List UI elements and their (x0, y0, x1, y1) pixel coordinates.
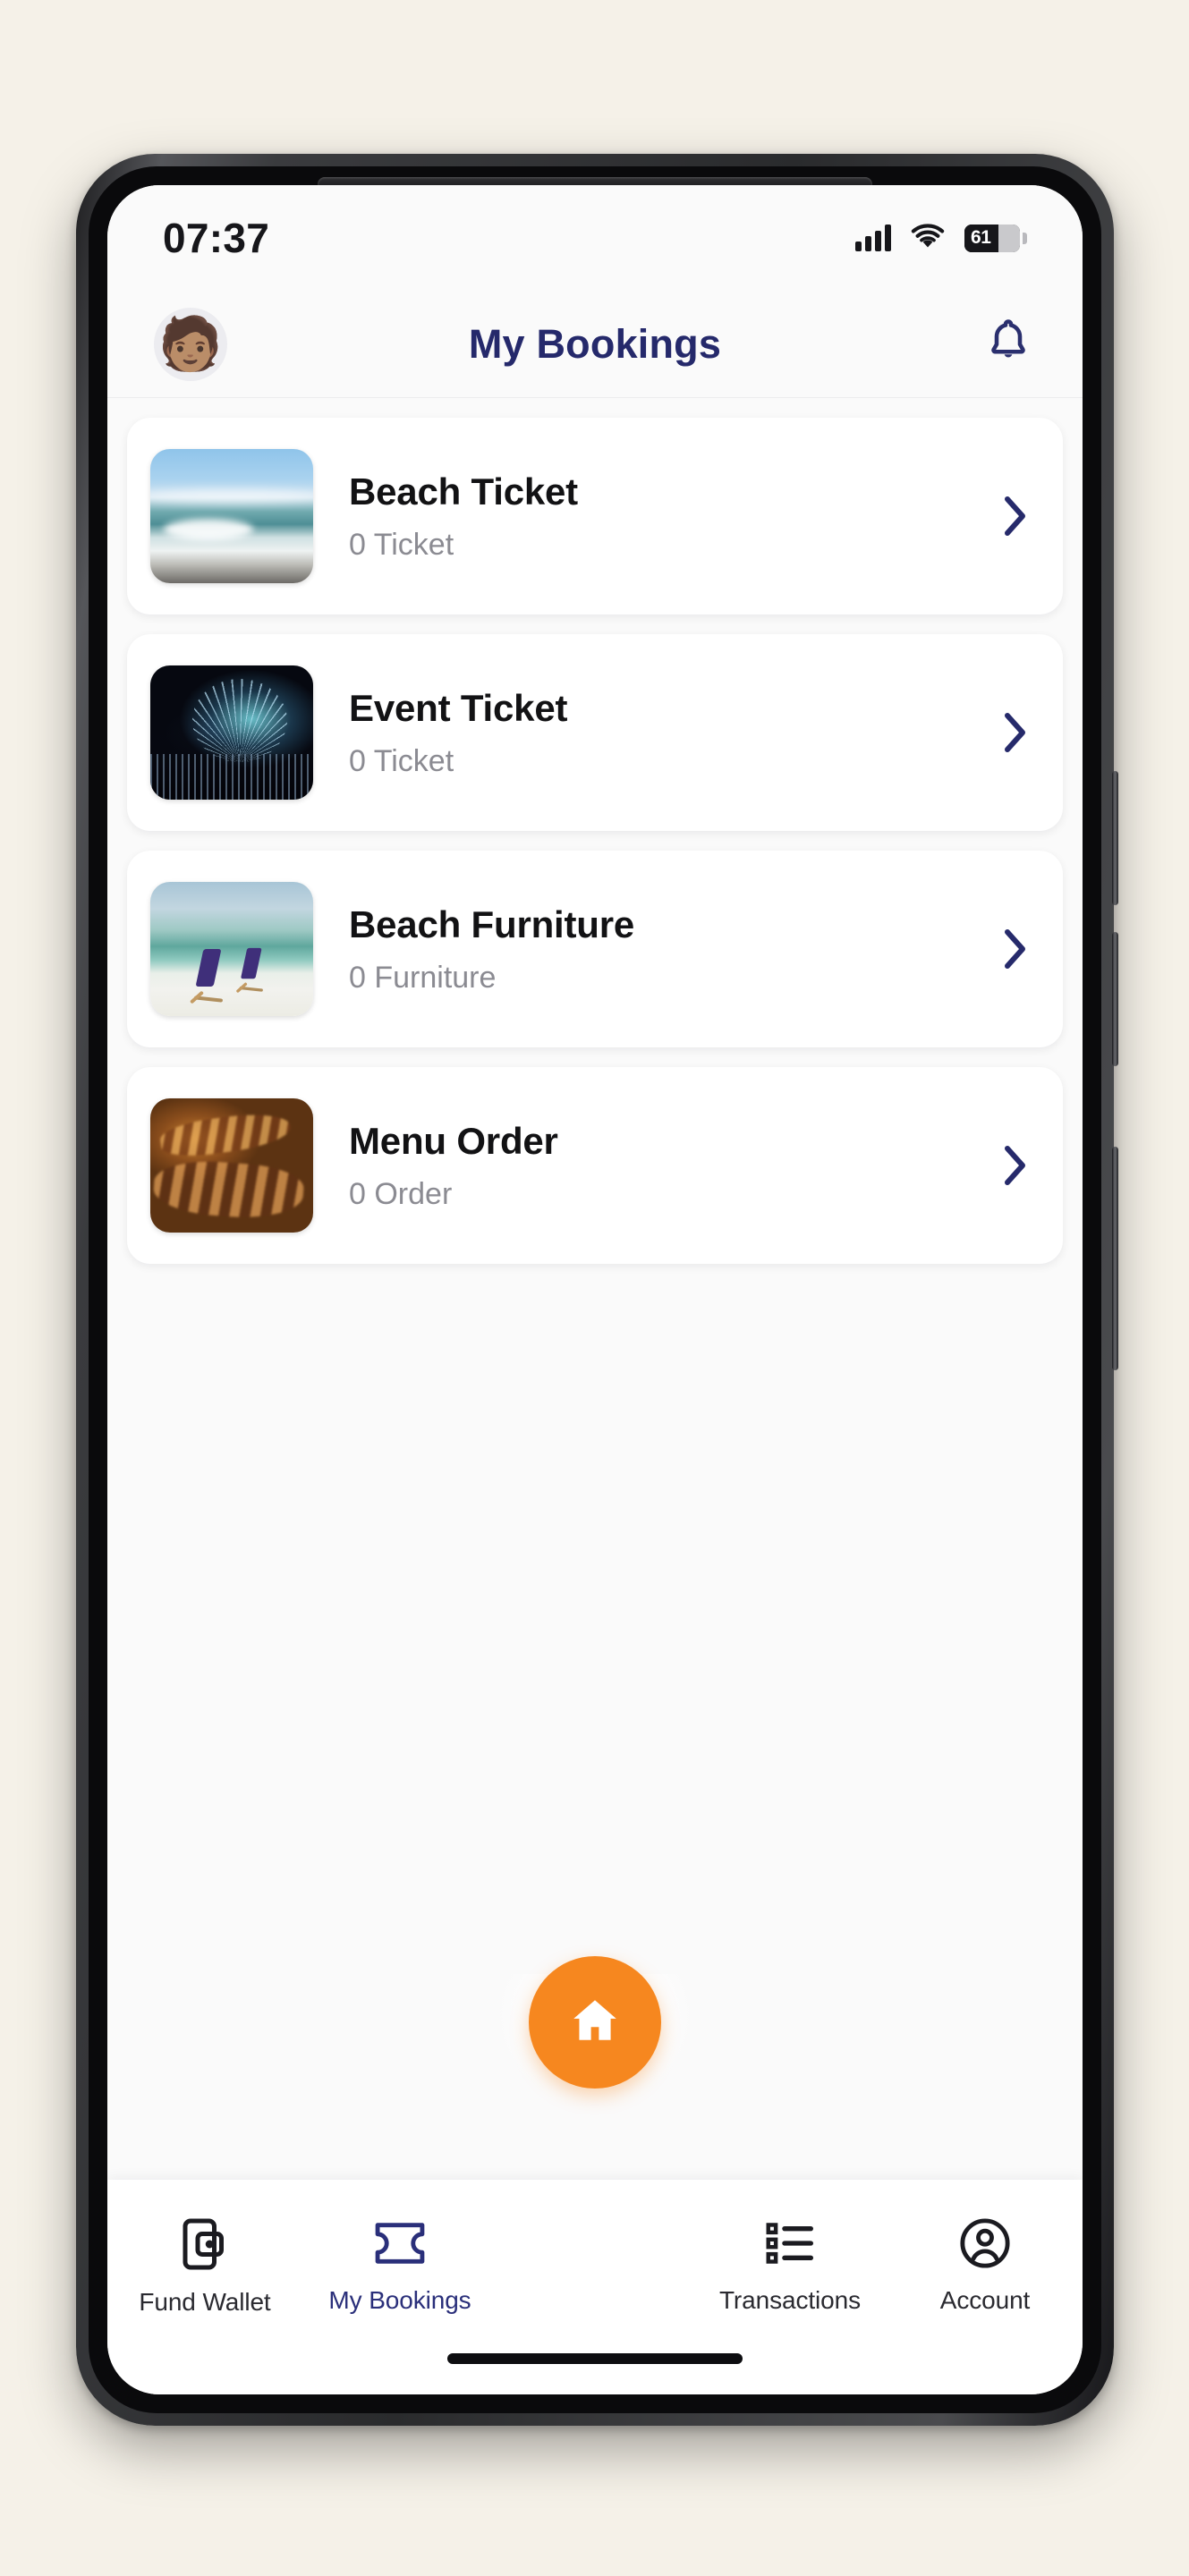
card-count: 0 Ticket (349, 743, 454, 778)
nav-item-fund-wallet[interactable]: Fund Wallet (107, 2217, 302, 2317)
card-title: Beach Furniture (349, 902, 635, 945)
avatar-memoji-glyph: 🧑🏽 (157, 314, 224, 373)
list-item[interactable]: Event Ticket 0 Ticket (127, 634, 1063, 831)
card-title: Event Ticket (349, 686, 568, 729)
ticket-icon (373, 2217, 427, 2274)
list-item[interactable]: Menu Order 0 Order (127, 1067, 1063, 1264)
battery-level-text: 61 (971, 227, 991, 248)
bookings-list: Beach Ticket 0 Ticket Event Ticket 0 Tic… (107, 398, 1083, 2180)
home-fab-button[interactable] (529, 1956, 661, 2089)
signal-bars-icon (855, 225, 891, 251)
nav-item-transactions[interactable]: Transactions (692, 2217, 888, 2315)
chevron-right-icon[interactable] (997, 495, 1032, 538)
grilled-food-thumbnail (150, 1098, 313, 1233)
list-icon (765, 2217, 815, 2274)
card-count: 0 Order (349, 1176, 453, 1211)
wifi-icon (911, 223, 945, 254)
nav-label: Transactions (718, 2286, 862, 2314)
phone-screen: 07:37 61 🧑🏽 My Bookings Beach Ticket 0 T… (107, 185, 1083, 2394)
home-indicator[interactable] (447, 2353, 743, 2364)
status-time: 07:37 (163, 215, 270, 261)
bottom-navigation: Fund Wallet My Bookings Transactions Acc… (107, 2180, 1083, 2394)
bell-icon (985, 316, 1032, 372)
beach-wave-thumbnail (150, 449, 313, 583)
volume-down-button[interactable] (1112, 932, 1118, 1066)
card-title: Menu Order (349, 1119, 558, 1162)
status-bar: 07:37 61 (107, 185, 1083, 291)
nav-label: Fund Wallet (139, 2288, 271, 2316)
volume-up-button[interactable] (1112, 771, 1118, 905)
list-item[interactable]: Beach Ticket 0 Ticket (127, 418, 1063, 614)
chevron-right-icon[interactable] (997, 711, 1032, 754)
app-header: 🧑🏽 My Bookings (107, 291, 1083, 398)
card-title: Beach Ticket (349, 470, 578, 513)
list-item[interactable]: Beach Furniture 0 Furniture (127, 851, 1063, 1047)
card-text: Beach Furniture 0 Furniture (313, 903, 997, 996)
page-title: My Bookings (468, 320, 722, 367)
fab-container (461, 1956, 729, 2180)
nav-label: My Bookings (328, 2286, 471, 2314)
battery-icon: 61 (964, 224, 1027, 252)
concert-stage-thumbnail (150, 665, 313, 800)
card-text: Beach Ticket 0 Ticket (313, 470, 997, 563)
card-text: Menu Order 0 Order (313, 1120, 997, 1212)
card-count: 0 Furniture (349, 960, 497, 995)
card-count: 0 Ticket (349, 527, 454, 562)
beach-chairs-thumbnail (150, 882, 313, 1016)
notification-bell-button[interactable] (981, 315, 1036, 374)
status-icons: 61 (855, 223, 1027, 254)
user-circle-icon (959, 2217, 1011, 2274)
nav-label: Account (939, 2286, 1031, 2314)
card-text: Event Ticket 0 Ticket (313, 687, 997, 779)
nav-item-account[interactable]: Account (888, 2217, 1083, 2315)
wallet-phone-icon (180, 2217, 230, 2275)
nav-item-my-bookings[interactable]: My Bookings (302, 2217, 497, 2315)
chevron-right-icon[interactable] (997, 1144, 1032, 1187)
chevron-right-icon[interactable] (997, 928, 1032, 970)
phone-frame: 07:37 61 🧑🏽 My Bookings Beach Ticket 0 T… (76, 154, 1118, 2426)
home-icon (567, 1993, 623, 2053)
avatar[interactable]: 🧑🏽 (154, 307, 227, 381)
power-button[interactable] (1112, 1147, 1118, 1370)
